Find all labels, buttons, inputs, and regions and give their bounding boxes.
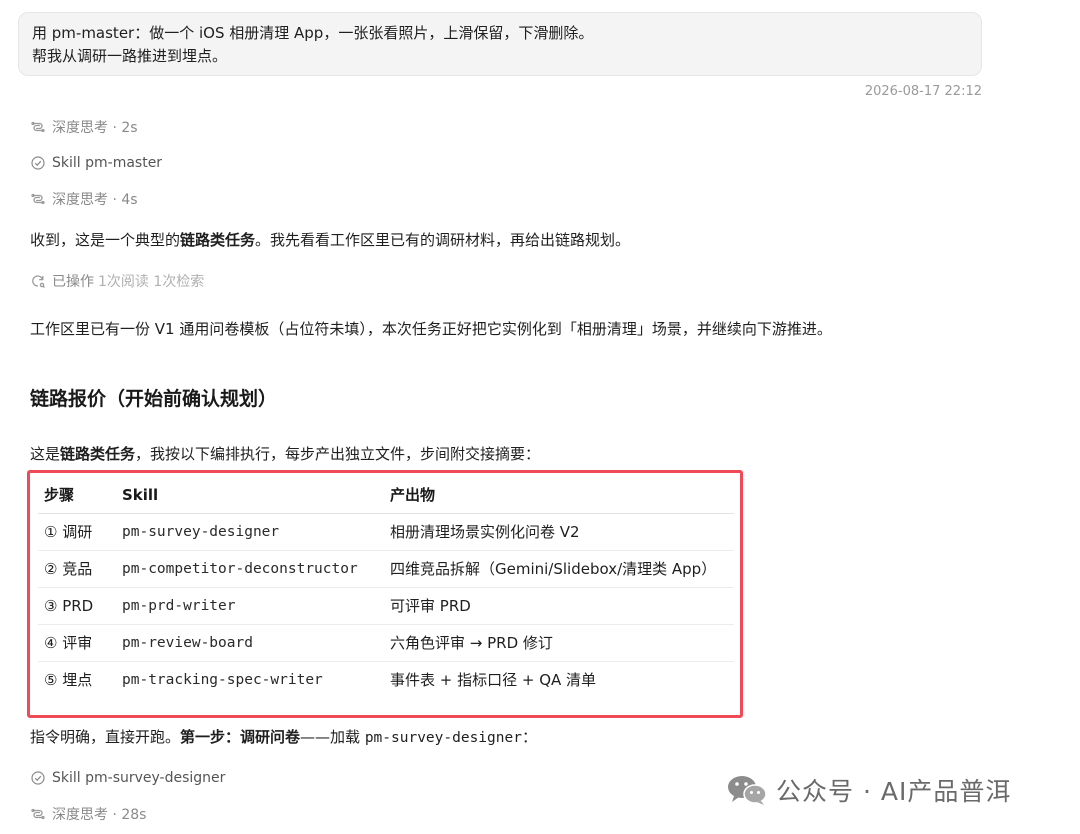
pipeline-table: 步骤 Skill 产出物 ① 调研 pm-survey-designer 相册清…	[38, 477, 734, 698]
deep-think-row[interactable]: 深度思考 · 4s	[30, 189, 138, 209]
output-cell: 事件表 + 指标口径 + QA 清单	[390, 671, 597, 690]
skill-label: Skill pm-master	[52, 155, 163, 171]
bold-text: 链路类任务	[60, 445, 136, 463]
text-span: 指令明确，直接开跑。	[30, 728, 181, 746]
table-row: ① 调研 pm-survey-designer 相册清理场景实例化问卷 V2	[38, 513, 734, 551]
deep-think-label: 深度思考 · 28s	[52, 807, 147, 823]
skill-cell: pm-competitor-deconstructor	[116, 550, 384, 588]
check-circle-icon	[30, 155, 46, 171]
table-row: ④ 评审 pm-review-board 六角色评审 → PRD 修订	[38, 624, 734, 662]
deep-think-icon	[30, 119, 46, 135]
operations-detail: 1次阅读 1次检索	[98, 274, 205, 290]
pipeline-table-highlight: 步骤 Skill 产出物 ① 调研 pm-survey-designer 相册清…	[27, 470, 743, 718]
deep-think-label: 深度思考 · 4s	[52, 192, 138, 208]
reply-paragraph-3: 这是链路类任务，我按以下编排执行，每步产出独立文件，步间附交接摘要：	[30, 443, 540, 465]
header-skill: Skill	[116, 477, 384, 514]
skill-row-pm-master[interactable]: Skill pm-master	[30, 153, 162, 173]
wechat-icon	[726, 773, 768, 807]
inline-code: pm-survey-designer	[364, 730, 522, 746]
output-cell: 相册清理场景实例化问卷 V2	[384, 513, 734, 551]
bold-text: 第一步：调研问卷	[180, 728, 301, 746]
text-span: ，我按以下编排执行，每步产出独立文件，步间附交接摘要：	[135, 445, 541, 463]
section-heading: 链路报价（开始前确认规划）	[30, 388, 278, 410]
bold-text: 链路类任务	[180, 231, 256, 249]
output-cell: 可评审 PRD	[384, 587, 734, 625]
skill-cell: pm-survey-designer	[116, 513, 384, 551]
deep-think-label: 深度思考 · 2s	[52, 120, 138, 136]
reply-paragraph-1: 收到，这是一个典型的链路类任务。我先看看工作区里已有的调研材料，再给出链路规划。	[30, 229, 630, 251]
text-span: ：	[521, 728, 537, 746]
table-row: ② 竞品 pm-competitor-deconstructor 四维竞品拆解（…	[38, 550, 734, 588]
text-span: 收到，这是一个典型的	[30, 231, 181, 249]
header-output: 产出物	[384, 477, 734, 514]
operations-row[interactable]: 已操作 1次阅读 1次检索	[30, 271, 204, 291]
skill-cell: pm-tracking-spec-writer	[122, 671, 323, 688]
skill-cell: pm-review-board	[116, 624, 384, 662]
table-row: ⑤ 埋点 pm-tracking-spec-writer 事件表 + 指标口径 …	[38, 661, 734, 698]
operations-label: 已操作	[52, 274, 94, 290]
table-header-row: 步骤 Skill 产出物	[38, 477, 734, 514]
reply-paragraph-2: 工作区里已有一份 V1 通用问卷模板（占位符未填），本次任务正好把它实例化到「相…	[30, 320, 832, 338]
header-step: 步骤	[38, 477, 116, 514]
check-circle-icon	[30, 770, 46, 786]
deep-think-icon	[30, 191, 46, 207]
message-timestamp: 2026-08-17 22:12	[864, 84, 982, 99]
text-span: 。我先看看工作区里已有的调研材料，再给出链路规划。	[255, 231, 631, 249]
deep-think-row[interactable]: 深度思考 · 2s	[30, 117, 138, 137]
deep-think-icon	[30, 806, 46, 822]
output-cell: 六角色评审 → PRD 修订	[384, 624, 734, 662]
skill-cell: pm-prd-writer	[116, 587, 384, 625]
watermark-text: 公众号 · AI产品普洱	[776, 777, 1012, 806]
reply-paragraph-4: 指令明确，直接开跑。第一步：调研问卷——加载 pm-survey-designe…	[30, 726, 537, 749]
step-cell: ① 调研	[38, 513, 116, 551]
skill-label: Skill pm-survey-designer	[52, 770, 226, 786]
refresh-search-icon	[30, 273, 46, 289]
step-cell: ② 竞品	[38, 550, 116, 588]
text-span: ——加载	[300, 728, 365, 746]
step-cell: ⑤ 埋点	[44, 671, 93, 690]
deep-think-row[interactable]: 深度思考 · 28s	[30, 804, 146, 824]
user-message-bubble: 用 pm-master：做一个 iOS 相册清理 App，一张张看照片，上滑保留…	[18, 12, 982, 76]
skill-row-pm-survey-designer[interactable]: Skill pm-survey-designer	[30, 768, 225, 788]
step-cell: ③ PRD	[38, 587, 116, 625]
table-row: ③ PRD pm-prd-writer 可评审 PRD	[38, 587, 734, 625]
user-message-line-2: 帮我从调研一路推进到埋点。	[32, 47, 228, 65]
user-message-line-1: 用 pm-master：做一个 iOS 相册清理 App，一张张看照片，上滑保留…	[32, 24, 594, 42]
output-cell: 四维竞品拆解（Gemini/Slidebox/清理类 App）	[384, 550, 734, 588]
wechat-watermark: 公众号 · AI产品普洱	[726, 770, 1011, 810]
text-span: 这是	[30, 445, 61, 463]
step-cell: ④ 评审	[38, 624, 116, 662]
